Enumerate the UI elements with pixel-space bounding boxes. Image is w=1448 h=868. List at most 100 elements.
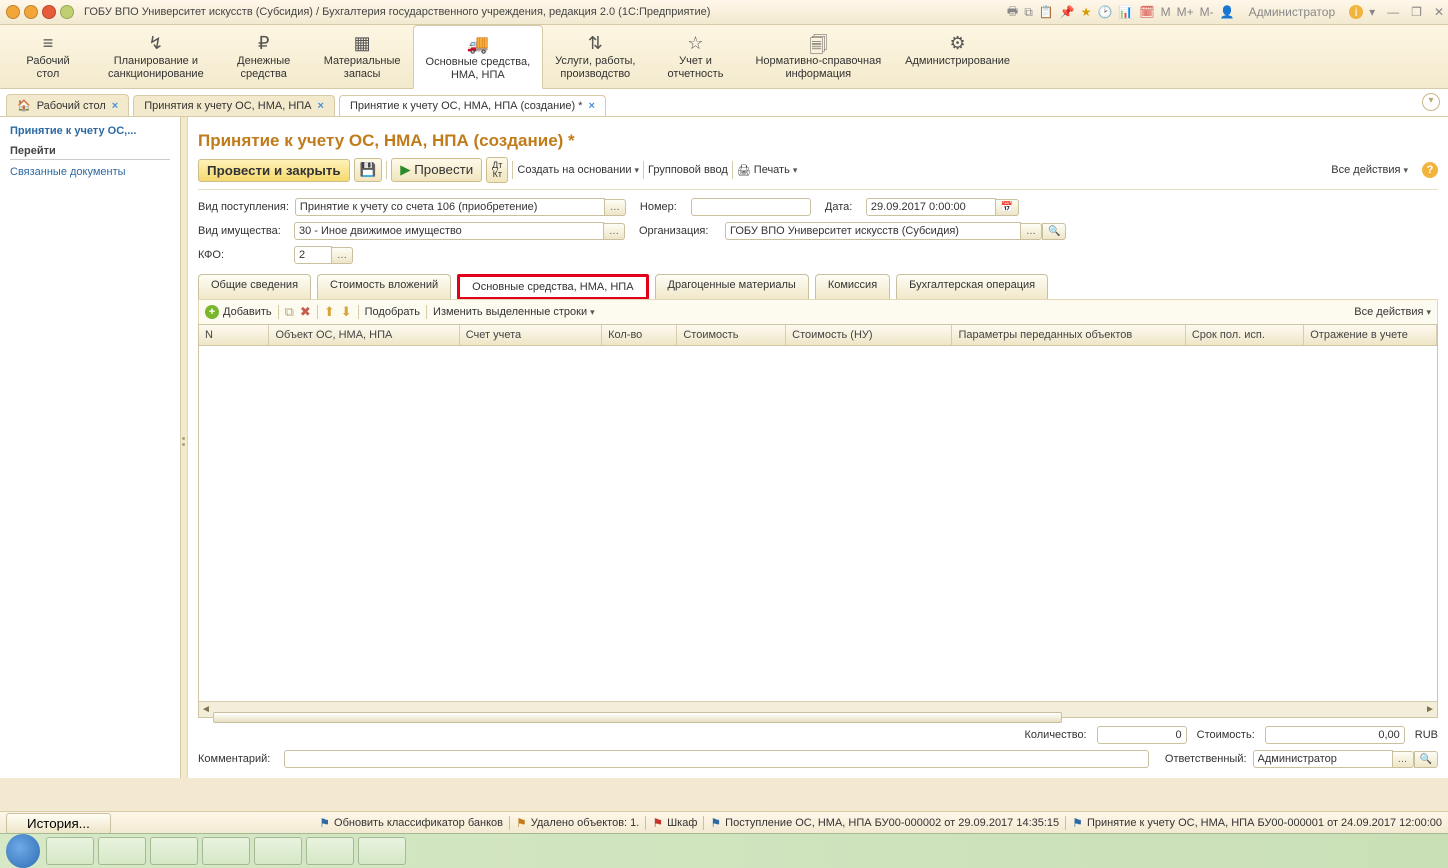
m-memory[interactable]: M	[1161, 5, 1171, 19]
taskbar-app-5[interactable]	[254, 837, 302, 865]
responsible-lookup-icon[interactable]: 🔍	[1414, 751, 1438, 768]
window-red-icon[interactable]	[42, 5, 56, 19]
kfo-input[interactable]	[294, 246, 332, 264]
taskbar-app-2[interactable]	[98, 837, 146, 865]
help-icon[interactable]: ?	[1422, 162, 1438, 178]
section-item-8[interactable]: ⚙Администрирование	[893, 25, 1022, 88]
grid-col-7[interactable]: Срок пол. исп.	[1186, 325, 1304, 345]
receipt-type-select-icon[interactable]: …	[605, 199, 626, 216]
copy-row-icon[interactable]: ⧉	[285, 304, 294, 320]
taskbar-app-7[interactable]	[358, 837, 406, 865]
grid-col-6[interactable]: Параметры переданных объектов	[952, 325, 1185, 345]
history-button[interactable]: История...	[6, 813, 111, 834]
comment-input[interactable]	[284, 750, 1149, 768]
tab-close-icon[interactable]: ×	[112, 100, 118, 112]
taskbar-app-3[interactable]	[150, 837, 198, 865]
grid-col-0[interactable]: N	[199, 325, 269, 345]
delete-row-icon[interactable]: ✖	[300, 304, 311, 320]
grid-col-2[interactable]: Счет учета	[460, 325, 602, 345]
print-button[interactable]: 🖨 Печать▾	[737, 164, 798, 177]
calendar-icon[interactable]: 🗓	[1139, 5, 1154, 19]
grid-col-5[interactable]: Стоимость (НУ)	[786, 325, 952, 345]
section-item-6[interactable]: ☆Учет иотчетность	[647, 25, 743, 88]
m-minus[interactable]: M-	[1200, 5, 1214, 19]
group-input-button[interactable]: Групповой ввод	[648, 164, 728, 176]
statusbar-item-1[interactable]: ⚑Удалено объектов: 1.	[516, 816, 639, 830]
doctab-1[interactable]: Принятия к учету ОС, НМА, НПА×	[133, 95, 335, 116]
tab-close-icon[interactable]: ×	[588, 100, 594, 112]
statusbar-item-4[interactable]: ⚑Принятие к учету ОС, НМА, НПА БУ00-0000…	[1072, 816, 1442, 830]
inner-tab-3[interactable]: Драгоценные материалы	[655, 274, 809, 300]
kfo-select-icon[interactable]: …	[332, 247, 353, 264]
scroll-left-icon[interactable]: ◄	[199, 704, 213, 715]
m-plus[interactable]: M+	[1177, 5, 1194, 19]
date-input[interactable]	[866, 198, 996, 216]
section-item-2[interactable]: ₽Денежныесредства	[216, 25, 312, 88]
statusbar-item-2[interactable]: ⚑Шкаф	[652, 816, 697, 830]
inner-tab-1[interactable]: Стоимость вложений	[317, 274, 451, 300]
asset-type-select-icon[interactable]: …	[604, 223, 625, 240]
maximize-button[interactable]: ❐	[1411, 5, 1422, 19]
receipt-type-input[interactable]	[295, 198, 605, 216]
add-row-button[interactable]: +Добавить	[205, 305, 272, 319]
calc-icon[interactable]: 📊	[1118, 5, 1133, 19]
taskbar-app-6[interactable]	[306, 837, 354, 865]
number-input[interactable]	[691, 198, 811, 216]
move-up-icon[interactable]: ⬆	[324, 304, 335, 320]
section-item-5[interactable]: ⇅Услуги, работы,производство	[543, 25, 647, 88]
grid-col-8[interactable]: Отражение в учете	[1304, 325, 1437, 345]
organization-input[interactable]	[725, 222, 1021, 240]
organization-select-icon[interactable]: …	[1021, 223, 1042, 240]
inner-tab-5[interactable]: Бухгалтерская операция	[896, 274, 1048, 300]
inner-tab-4[interactable]: Комиссия	[815, 274, 890, 300]
responsible-input[interactable]	[1253, 750, 1393, 768]
grid-body[interactable]	[199, 346, 1437, 701]
doctab-0[interactable]: 🏠Рабочий стол×	[6, 94, 129, 116]
organization-lookup-icon[interactable]: 🔍	[1042, 223, 1066, 240]
minimize-button[interactable]: —	[1387, 5, 1399, 19]
copy-icon[interactable]: ⧉	[1024, 5, 1033, 20]
doctab-2[interactable]: Принятие к учету ОС, НМА, НПА (создание)…	[339, 95, 606, 116]
move-down-icon[interactable]: ⬇	[341, 304, 352, 320]
grid-all-actions-button[interactable]: Все действия ▾	[1354, 306, 1431, 318]
inner-tab-2[interactable]: Основные средства, НМА, НПА	[460, 277, 645, 297]
responsible-select-icon[interactable]: …	[1393, 751, 1414, 768]
sidebar-link-related-docs[interactable]: Связанные документы	[10, 166, 170, 178]
post-and-close-button[interactable]: Провести и закрыть	[198, 159, 350, 182]
history-icon[interactable]: 🕑	[1097, 5, 1112, 19]
inner-tab-0[interactable]: Общие сведения	[198, 274, 311, 300]
scroll-thumb[interactable]	[213, 712, 1062, 723]
info-dropdown-caret[interactable]: ▾	[1369, 5, 1375, 19]
start-menu-icon[interactable]	[6, 834, 40, 868]
grid-col-1[interactable]: Объект ОС, НМА, НПА	[269, 325, 459, 345]
clipboard-icon[interactable]: 📋	[1039, 5, 1054, 19]
window-next-icon[interactable]	[24, 5, 38, 19]
section-item-4[interactable]: 🚚Основные средства,НМА, НПА	[413, 25, 544, 89]
window-prev-icon[interactable]	[6, 5, 20, 19]
date-picker-icon[interactable]: 📅	[996, 199, 1019, 216]
info-icon[interactable]: i	[1349, 5, 1363, 19]
tab-close-icon[interactable]: ×	[318, 100, 324, 112]
close-button[interactable]: ✕	[1434, 5, 1444, 19]
all-actions-button[interactable]: Все действия ▾	[1325, 161, 1414, 179]
taskbar-app-1[interactable]	[46, 837, 94, 865]
pin-icon[interactable]: 📌	[1060, 5, 1075, 19]
section-item-0[interactable]: ≡Рабочийстол	[0, 25, 96, 88]
statusbar-item-3[interactable]: ⚑Поступление ОС, НМА, НПА БУ00-000002 от…	[710, 816, 1059, 830]
section-item-3[interactable]: ▦Материальныезапасы	[312, 25, 413, 88]
expand-tabs-icon[interactable]: ▾	[1422, 93, 1440, 111]
section-item-7[interactable]: 🗐Нормативно-справочнаяинформация	[743, 25, 893, 88]
horizontal-scrollbar[interactable]: ◄ ►	[199, 701, 1437, 717]
favorite-icon[interactable]: ★	[1081, 5, 1092, 19]
post-button[interactable]: ▶ Провести	[391, 158, 482, 182]
taskbar-app-4[interactable]	[202, 837, 250, 865]
pick-button[interactable]: Подобрать	[365, 306, 420, 318]
print-icon[interactable]: 🖶	[1007, 2, 1018, 23]
scroll-right-icon[interactable]: ►	[1423, 704, 1437, 715]
window-green-icon[interactable]	[60, 5, 74, 19]
grid-col-3[interactable]: Кол-во	[602, 325, 677, 345]
save-button[interactable]: 💾	[354, 158, 383, 182]
change-selected-lines-button[interactable]: Изменить выделенные строки ▾	[433, 306, 595, 318]
create-on-basis-button[interactable]: Создать на основании▾	[517, 164, 639, 176]
asset-type-input[interactable]	[294, 222, 604, 240]
